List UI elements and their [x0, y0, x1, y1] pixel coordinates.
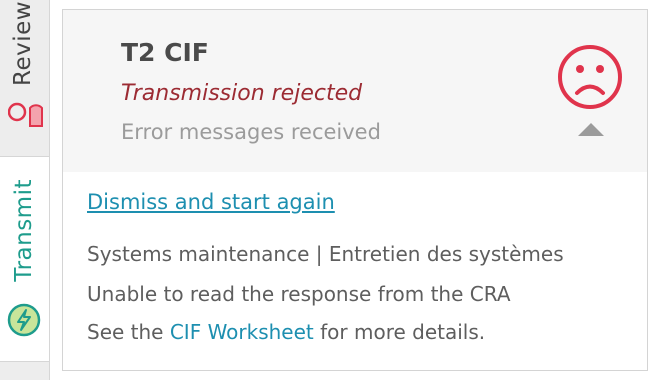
person-icon — [7, 96, 44, 132]
tab-transmit[interactable]: Transmit — [0, 156, 49, 362]
status-text: Transmission rejected — [121, 81, 363, 106]
bolt-circle-icon — [7, 303, 41, 341]
tab-transmit-label: Transmit — [11, 179, 37, 282]
tab-review-label: Review — [10, 0, 36, 86]
card-header: T2 CIF Transmission rejected Error messa… — [63, 10, 647, 172]
card-body: Dismiss and start again Systems maintena… — [87, 190, 627, 344]
side-tab-rail: Review Transmit — [0, 0, 50, 380]
message-line: Unable to read the response from the CRA — [87, 282, 511, 306]
status-subtext: Error messages received — [121, 120, 381, 144]
tab-review[interactable]: Review — [0, 0, 48, 148]
dismiss-link[interactable]: Dismiss and start again — [87, 190, 335, 214]
message-line: See the CIF Worksheet for more details. — [87, 320, 485, 344]
message-suffix: for more details. — [313, 320, 486, 344]
card-title: T2 CIF — [121, 38, 209, 67]
transmission-card: T2 CIF Transmission rejected Error messa… — [62, 9, 648, 371]
message-prefix: See the — [87, 320, 170, 344]
chevron-up-icon[interactable] — [576, 120, 606, 142]
cif-worksheet-link[interactable]: CIF Worksheet — [170, 320, 314, 344]
sad-face-icon — [557, 44, 623, 114]
message-line: Systems maintenance | Entretien des syst… — [87, 242, 564, 266]
